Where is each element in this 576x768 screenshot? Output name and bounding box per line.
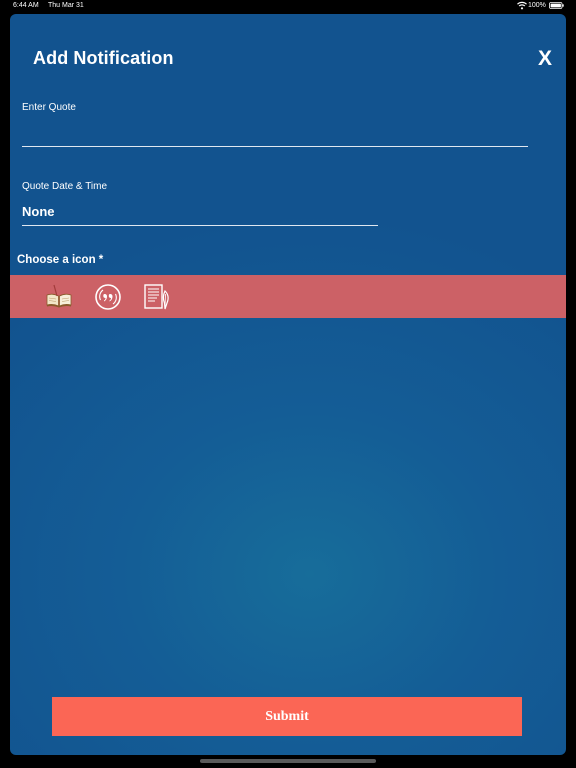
battery-percent: 100%	[528, 2, 546, 9]
modal-title: Add Notification	[33, 48, 174, 68]
close-button[interactable]: X	[538, 48, 558, 70]
status-time: 6:44 AM	[13, 2, 39, 9]
icon-choice-strip	[10, 275, 566, 318]
quote-field-label: Enter Quote	[22, 102, 76, 113]
open-book-icon[interactable]	[45, 283, 73, 311]
add-notification-modal: Add Notification X Enter Quote Quote Dat…	[10, 14, 566, 755]
ipad-screen: 6:44 AM Thu Mar 31 100% Add Notification…	[0, 0, 576, 768]
home-indicator[interactable]	[200, 759, 376, 763]
status-bar: 6:44 AM Thu Mar 31 100%	[0, 0, 576, 14]
date-time-field[interactable]: None	[22, 204, 378, 226]
quote-input[interactable]	[22, 118, 528, 147]
document-quill-icon[interactable]	[143, 283, 171, 311]
choose-icon-label: Choose a icon *	[17, 254, 104, 266]
submit-button[interactable]: Submit	[52, 697, 522, 736]
wifi-icon	[517, 1, 527, 10]
battery-full-icon	[549, 2, 564, 9]
date-field-label: Quote Date & Time	[22, 181, 108, 192]
status-date: Thu Mar 31	[48, 2, 84, 9]
quote-circle-icon[interactable]	[94, 283, 122, 311]
